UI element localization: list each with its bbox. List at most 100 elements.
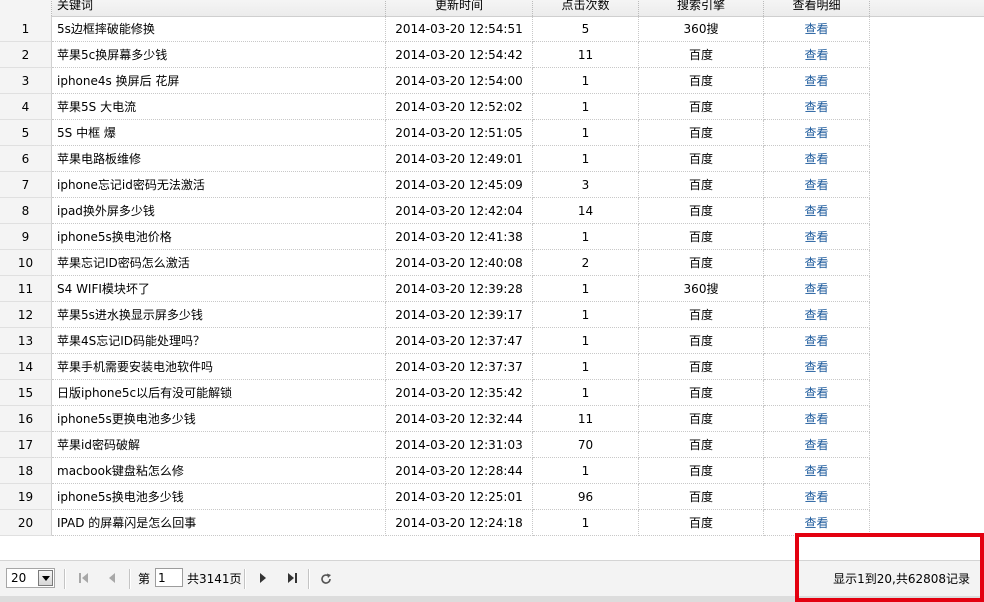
table-row[interactable]: 5 5S 中框 爆 2014-03-20 12:51:05 1 百度 查看 [0,120,984,146]
view-details-link[interactable]: 查看 [804,256,828,270]
table-row[interactable]: 14 苹果手机需要安装电池软件吗 2014-03-20 12:37:37 1 百度 查看 [0,354,984,380]
view-details-link[interactable]: 查看 [804,412,828,426]
details-cell: 查看 [764,172,870,198]
search-engine-cell: 百度 [639,224,764,250]
header-search-engine[interactable]: 搜索引擎 [639,0,764,16]
row-filler [870,94,984,120]
table-row[interactable]: 7 iphone忘记id密码无法激活 2014-03-20 12:45:09 3 百度 查… [0,172,984,198]
updated-time-cell: 2014-03-20 12:39:17 [386,302,533,328]
updated-time-cell: 2014-03-20 12:54:42 [386,42,533,68]
view-details-link[interactable]: 查看 [804,516,828,530]
details-cell: 查看 [764,354,870,380]
view-details-link[interactable]: 查看 [804,204,828,218]
refresh-icon[interactable] [318,570,334,586]
page-number-input[interactable] [155,568,183,587]
last-page-icon[interactable] [284,570,300,586]
table-row[interactable]: 17 苹果id密码破解 2014-03-20 12:31:03 70 百度 查看 [0,432,984,458]
row-filler [870,276,984,302]
view-details-link[interactable]: 查看 [804,48,828,62]
separator [64,569,66,589]
view-details-link[interactable]: 查看 [804,74,828,88]
table-row[interactable]: 2 苹果5c换屏幕多少钱 2014-03-20 12:54:42 11 百度 查看 [0,42,984,68]
keyword-cell: IPAD 的屏幕闪是怎么回事 [52,510,386,536]
keyword-cell: 苹果id密码破解 [52,432,386,458]
search-engine-cell: 百度 [639,406,764,432]
first-page-icon[interactable] [76,570,92,586]
search-engine-cell: 百度 [639,146,764,172]
view-details-link[interactable]: 查看 [804,308,828,322]
search-engine-cell: 百度 [639,432,764,458]
search-engine-cell: 百度 [639,94,764,120]
keyword-cell: 苹果5c换屏幕多少钱 [52,42,386,68]
table-row[interactable]: 20 IPAD 的屏幕闪是怎么回事 2014-03-20 12:24:18 1 百度 查看 [0,510,984,536]
updated-time-cell: 2014-03-20 12:25:01 [386,484,533,510]
view-details-link[interactable]: 查看 [804,334,828,348]
details-cell: 查看 [764,94,870,120]
grid-header: 关键词 更新时间 点击次数 搜索引擎 查看明细 [0,0,984,17]
table-row[interactable]: 18 macbook键盘粘怎么修 2014-03-20 12:28:44 1 百度 查看 [0,458,984,484]
header-keyword[interactable]: 关键词 [52,0,386,16]
table-row[interactable]: 12 苹果5s进水换显示屏多少钱 2014-03-20 12:39:17 1 百度 查看 [0,302,984,328]
clicks-cell: 1 [533,302,639,328]
updated-time-cell: 2014-03-20 12:28:44 [386,458,533,484]
keyword-cell: iphone忘记id密码无法激活 [52,172,386,198]
keyword-cell: 苹果手机需要安装电池软件吗 [52,354,386,380]
table-row[interactable]: 4 苹果5S 大电流 2014-03-20 12:52:02 1 百度 查看 [0,94,984,120]
page-size-select[interactable]: 20 [6,568,55,588]
view-details-link[interactable]: 查看 [804,490,828,504]
keyword-cell: 日版iphone5c以后有没可能解锁 [52,380,386,406]
next-page-icon[interactable] [255,570,271,586]
updated-time-cell: 2014-03-20 12:42:04 [386,198,533,224]
table-row[interactable]: 1 5s边框摔破能修换 2014-03-20 12:54:51 5 360搜 查看 [0,16,984,42]
table-row[interactable]: 16 iphone5s更换电池多少钱 2014-03-20 12:32:44 11 百度… [0,406,984,432]
chevron-down-icon[interactable] [38,570,53,586]
view-details-link[interactable]: 查看 [804,438,828,452]
header-details[interactable]: 查看明细 [764,0,870,16]
row-number: 19 [0,484,52,510]
details-cell: 查看 [764,484,870,510]
keyword-cell: 5S 中框 爆 [52,120,386,146]
view-details-link[interactable]: 查看 [804,230,828,244]
row-filler [870,172,984,198]
keyword-cell: iphone5s换电池价格 [52,224,386,250]
view-details-link[interactable]: 查看 [804,464,828,478]
table-row[interactable]: 11 S4 WIFI模块坏了 2014-03-20 12:39:28 1 360搜 查看 [0,276,984,302]
view-details-link[interactable]: 查看 [804,152,828,166]
table-row[interactable]: 15 日版iphone5c以后有没可能解锁 2014-03-20 12:35:42 1… [0,380,984,406]
table-row[interactable]: 19 iphone5s换电池多少钱 2014-03-20 12:25:01 96 百度 查… [0,484,984,510]
header-clicks[interactable]: 点击次数 [533,0,639,16]
row-filler [870,68,984,94]
data-grid: 关键词 更新时间 点击次数 搜索引擎 查看明细 1 5s边框摔破能修换 2014-0… [0,0,984,560]
table-row[interactable]: 8 ipad换外屏多少钱 2014-03-20 12:42:04 14 百度 查看 [0,198,984,224]
search-engine-cell: 360搜 [639,276,764,302]
keyword-cell: 苹果忘记ID密码怎么激活 [52,250,386,276]
clicks-cell: 2 [533,250,639,276]
table-row[interactable]: 6 苹果电路板维修 2014-03-20 12:49:01 1 百度 查看 [0,146,984,172]
table-row[interactable]: 13 苹果4S忘记ID码能处理吗？ 2014-03-20 12:37:47 1 百度 查看 [0,328,984,354]
view-details-link[interactable]: 查看 [804,126,828,140]
view-details-link[interactable]: 查看 [804,360,828,374]
row-number: 18 [0,458,52,484]
updated-time-cell: 2014-03-20 12:41:38 [386,224,533,250]
pagination-bar: 20 第 共3141页 显示1到20,共62808记录 [0,560,984,598]
table-row[interactable]: 10 苹果忘记ID密码怎么激活 2014-03-20 12:40:08 2 百度 查看 [0,250,984,276]
view-details-link[interactable]: 查看 [804,22,828,36]
search-engine-cell: 百度 [639,302,764,328]
row-number: 13 [0,328,52,354]
view-details-link[interactable]: 查看 [804,100,828,114]
search-engine-cell: 百度 [639,484,764,510]
view-details-link[interactable]: 查看 [804,178,828,192]
view-details-link[interactable]: 查看 [804,386,828,400]
separator [308,569,310,589]
clicks-cell: 1 [533,224,639,250]
table-row[interactable]: 9 iphone5s换电池价格 2014-03-20 12:41:38 1 百度 查看 [0,224,984,250]
details-cell: 查看 [764,406,870,432]
separator [244,569,246,589]
header-updated-time[interactable]: 更新时间 [386,0,533,16]
search-engine-cell: 百度 [639,172,764,198]
updated-time-cell: 2014-03-20 12:52:02 [386,94,533,120]
prev-page-icon[interactable] [104,570,120,586]
view-details-link[interactable]: 查看 [804,282,828,296]
table-row[interactable]: 3 iphone4s 换屏后 花屏 2014-03-20 12:54:00 1 百度 查看 [0,68,984,94]
updated-time-cell: 2014-03-20 12:54:00 [386,68,533,94]
